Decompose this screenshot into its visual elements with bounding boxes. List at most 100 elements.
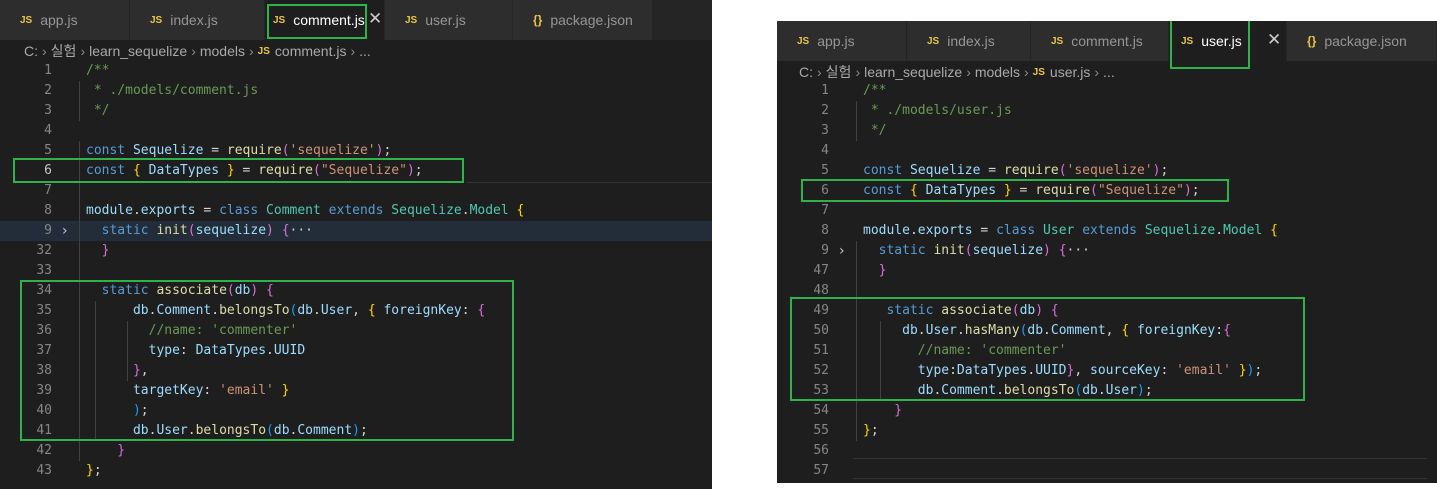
code-line[interactable]: 41 db.User.belongsTo(db.Comment); (0, 421, 712, 441)
code-line[interactable]: 48 (777, 281, 1437, 301)
breadcrumb-symbol[interactable]: ... (1103, 64, 1115, 80)
code-token: = (234, 163, 259, 178)
breadcrumb-item[interactable]: C: (24, 43, 38, 59)
tab-app-js[interactable]: JS app.js (777, 21, 907, 61)
code-line[interactable]: 5 const Sequelize = require('sequelize'); (0, 141, 712, 161)
code-text: module.exports = class Comment extends S… (86, 201, 524, 221)
divider (853, 458, 1427, 459)
code-line[interactable]: 34 static associate(db) { (0, 281, 712, 301)
code-line[interactable]: 33 (0, 261, 712, 281)
code-line[interactable]: 52 type:DataTypes.UUID}, sourceKey: 'ema… (777, 361, 1437, 381)
code-token: 'email' (1176, 363, 1231, 378)
json-file-icon: {} (1307, 34, 1317, 48)
tab-label: comment.js (293, 12, 365, 28)
code-text: /** (86, 61, 109, 81)
code-token: = (980, 163, 1004, 178)
code-line[interactable]: 50 db.User.hasMany(db.Comment, { foreign… (777, 321, 1437, 341)
indent-guide (856, 241, 857, 441)
close-icon[interactable]: ✕ (368, 9, 382, 29)
code-token: ) (250, 283, 267, 298)
code-token: UUID (1035, 363, 1067, 378)
tab-user-js[interactable]: JS user.js (385, 0, 513, 40)
close-icon[interactable]: ✕ (1267, 30, 1281, 50)
code-line[interactable]: 3 */ (777, 121, 1437, 141)
tab-index-js[interactable]: JS index.js (907, 21, 1031, 61)
fold-chevron-icon[interactable]: › (62, 221, 68, 241)
code-line[interactable]: 38 }, (0, 361, 712, 381)
line-number: 8 (821, 223, 829, 238)
line-number: 7 (821, 203, 829, 218)
code-token: ( (1011, 303, 1020, 318)
code-line[interactable]: 37 type: DataTypes.UUID (0, 341, 712, 361)
tab-package-json[interactable]: {} package.json (513, 0, 653, 40)
code-line[interactable]: 51 //name: 'commenter' (777, 341, 1437, 361)
code-text: */ (863, 121, 887, 141)
code-token: ( (1074, 383, 1083, 398)
code-line[interactable]: 39 targetKey: 'email' } (0, 381, 712, 401)
code-token: ··· (289, 223, 314, 238)
breadcrumb-item[interactable]: models (975, 64, 1020, 80)
code-line[interactable]: 1 /** (777, 81, 1437, 101)
code-line[interactable]: 9 › static init(sequelize) {··· (0, 221, 712, 241)
code-line[interactable]: 7 (777, 201, 1437, 221)
code-line[interactable]: 6 const { DataTypes } = require("Sequeliz… (777, 181, 1437, 201)
tab-label: package.json (1324, 33, 1407, 49)
code-line[interactable]: 7 (0, 181, 712, 201)
code-line[interactable]: 8 module.exports = class Comment extends … (0, 201, 712, 221)
breadcrumb-file[interactable]: comment.js (275, 43, 347, 59)
breadcrumb-item[interactable]: learn_sequelize (89, 43, 187, 59)
tab-comment-js[interactable]: JS comment.js (1031, 21, 1169, 61)
line-number: 7 (44, 183, 52, 198)
breadcrumb-item[interactable]: learn_sequelize (864, 64, 962, 80)
code-token: db (1019, 303, 1036, 318)
code-line[interactable]: 6 const { DataTypes } = require("Sequeliz… (0, 161, 712, 181)
breadcrumb-item[interactable]: 실험 (826, 62, 852, 82)
js-file-icon: JS (20, 14, 33, 26)
code-token: User (320, 303, 353, 318)
code-line[interactable]: 49 static associate(db) { (777, 301, 1437, 321)
code-token: /** (86, 63, 110, 78)
tab-package-json[interactable]: {} package.json (1287, 21, 1437, 61)
line-number: 38 (36, 363, 52, 378)
code-line[interactable]: 54 } (777, 401, 1437, 421)
code-line[interactable]: 32 } (0, 241, 712, 261)
breadcrumb-item[interactable]: C: (799, 64, 813, 80)
code-line[interactable]: 47 } (777, 261, 1437, 281)
code-token: static (863, 243, 934, 258)
code-token: db (234, 283, 251, 298)
code-line[interactable]: 9 › static init(sequelize) {··· (777, 241, 1437, 261)
breadcrumb-file[interactable]: user.js (1050, 64, 1090, 80)
tab-app-js[interactable]: JS app.js (0, 0, 130, 40)
code-line[interactable]: 36 //name: 'commenter' (0, 321, 712, 341)
code-token: const (86, 163, 133, 178)
code-line[interactable]: 2 * ./models/comment.js (0, 81, 712, 101)
breadcrumb-symbol[interactable]: ... (359, 43, 371, 59)
line-number: 36 (36, 323, 52, 338)
code-text: * ./models/comment.js (86, 81, 258, 101)
code-line[interactable]: 40 ); (0, 401, 712, 421)
code-line[interactable]: 53 db.Comment.belongsTo(db.User); (777, 381, 1437, 401)
code-line[interactable]: 5 const Sequelize = require('sequelize'); (777, 161, 1437, 181)
code-line[interactable]: 43}; (0, 461, 712, 481)
code-line[interactable]: 4 (777, 141, 1437, 161)
tab-index-js[interactable]: JS index.js (130, 0, 265, 40)
code-line[interactable]: 42 } (0, 441, 712, 461)
code-token: DataTypes (925, 183, 997, 198)
tab-comment-js[interactable]: JS comment.js ✕ (265, 0, 385, 40)
code-line[interactable]: 35 db.Comment.belongsTo(db.User, { forei… (0, 301, 712, 321)
code-line[interactable]: 55}; (777, 421, 1437, 441)
fold-chevron-icon[interactable]: › (839, 241, 845, 261)
breadcrumb-item[interactable]: 실험 (51, 41, 77, 61)
code-line[interactable]: 3 */ (0, 101, 712, 121)
code-line[interactable]: 2 * ./models/user.js (777, 101, 1437, 121)
code-text: db.User.hasMany(db.Comment, { foreignKey… (863, 321, 1231, 341)
code-line[interactable]: 4 (0, 121, 712, 141)
code-line[interactable]: 1 /** (0, 61, 712, 81)
code-token: class (996, 223, 1044, 238)
breadcrumb-item[interactable]: models (200, 43, 245, 59)
tab-user-js[interactable]: JS user.js ✕ (1169, 21, 1287, 61)
code-line[interactable]: 8 module.exports = class User extends Seq… (777, 221, 1437, 241)
line-number: 1 (44, 63, 52, 78)
code-text: db.Comment.belongsTo(db.User, { foreignK… (86, 301, 485, 321)
code-token: "Sequelize" (1097, 183, 1184, 198)
